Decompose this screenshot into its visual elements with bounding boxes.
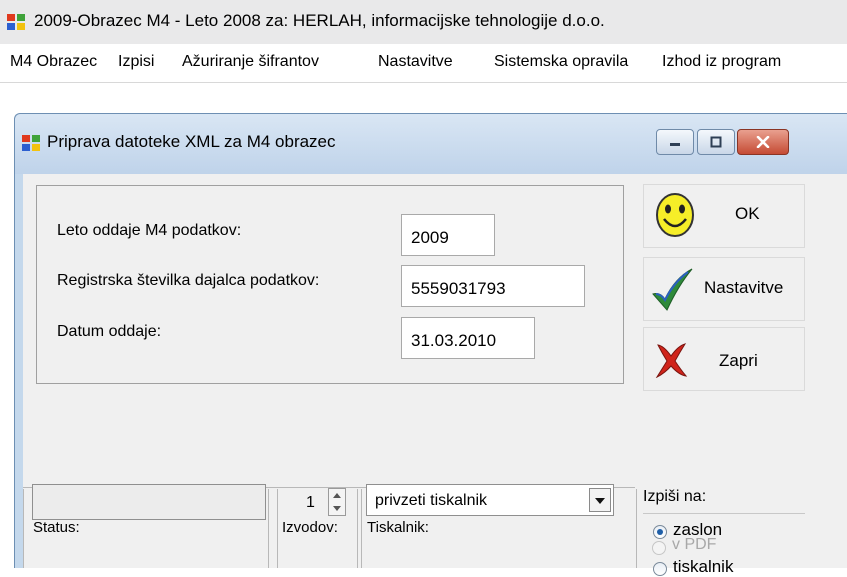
close-button[interactable]	[737, 129, 789, 155]
form-group: Leto oddaje M4 podatkov: 2009 Registrska…	[36, 185, 624, 384]
radio-tiskalnik-label[interactable]: tiskalnik	[673, 557, 733, 577]
menu-izpisi[interactable]: Izpisi	[118, 53, 154, 71]
zapri-button[interactable]: Zapri	[643, 327, 805, 391]
year-label: Leto oddaje M4 podatkov:	[57, 222, 242, 239]
menu-izhod[interactable]: Izhod iz program	[662, 53, 781, 71]
chevron-down-icon	[595, 498, 605, 504]
status-label: Status:	[33, 519, 80, 536]
close-icon	[756, 136, 770, 148]
settings-button[interactable]: Nastavitve	[643, 257, 805, 321]
maximize-icon	[710, 136, 722, 148]
status-field	[32, 484, 266, 520]
copies-value[interactable]: 1	[306, 494, 315, 512]
dropdown-button[interactable]	[589, 488, 611, 512]
radio-zaslon[interactable]	[653, 525, 667, 539]
year-field[interactable]: 2009	[401, 214, 495, 256]
printer-select[interactable]: privzeti tiskalnik	[366, 484, 614, 516]
menu-m4-obrazec[interactable]: M4 Obrazec	[10, 53, 97, 71]
radio-pdf-label: v PDF	[672, 536, 717, 553]
dialog-title-bar[interactable]: Priprava datoteke XML za M4 obrazec	[15, 114, 847, 174]
smiley-icon	[656, 193, 694, 237]
spinner-down-icon[interactable]	[329, 502, 345, 515]
minimize-button[interactable]	[656, 129, 694, 155]
windows-flag-icon	[7, 14, 25, 30]
checkmark-icon	[652, 268, 693, 311]
copies-spinner[interactable]	[328, 488, 346, 516]
spinner-up-icon[interactable]	[329, 489, 345, 502]
menu-sistemska-opravila[interactable]: Sistemska opravila	[494, 53, 628, 71]
radio-tiskalnik[interactable]	[653, 562, 667, 576]
menu-bar: M4 Obrazec Izpisi Ažuriranje šifrantov N…	[0, 44, 847, 83]
date-field[interactable]: 31.03.2010	[401, 317, 535, 359]
reg-number-field[interactable]: 5559031793	[401, 265, 585, 307]
menu-nastavitve[interactable]: Nastavitve	[378, 53, 453, 71]
windows-flag-icon	[22, 135, 40, 151]
app-title-bar[interactable]: 2009-Obrazec M4 - Leto 2008 za: HERLAH, …	[0, 0, 847, 44]
red-x-icon	[655, 343, 688, 378]
ok-button[interactable]: OK	[643, 184, 805, 248]
zapri-button-label: Zapri	[719, 351, 758, 370]
menu-azuriranje-sifrantov[interactable]: Ažuriranje šifrantov	[182, 53, 319, 71]
minimize-icon	[670, 143, 680, 146]
printer-select-value: privzeti tiskalnik	[375, 492, 488, 509]
settings-button-label: Nastavitve	[704, 278, 784, 297]
date-label: Datum oddaje:	[57, 323, 162, 340]
reg-number-label: Registrska številka dajalca podatkov:	[57, 272, 320, 289]
printer-label: Tiskalnik:	[367, 519, 429, 536]
app-title: 2009-Obrazec M4 - Leto 2008 za: HERLAH, …	[34, 11, 605, 30]
maximize-button[interactable]	[697, 129, 735, 155]
dialog-title: Priprava datoteke XML za M4 obrazec	[47, 132, 336, 151]
output-label: Izpiši na:	[643, 488, 707, 505]
ok-button-label: OK	[735, 204, 760, 223]
copies-label: Izvodov:	[282, 519, 338, 536]
radio-pdf[interactable]	[652, 541, 666, 555]
